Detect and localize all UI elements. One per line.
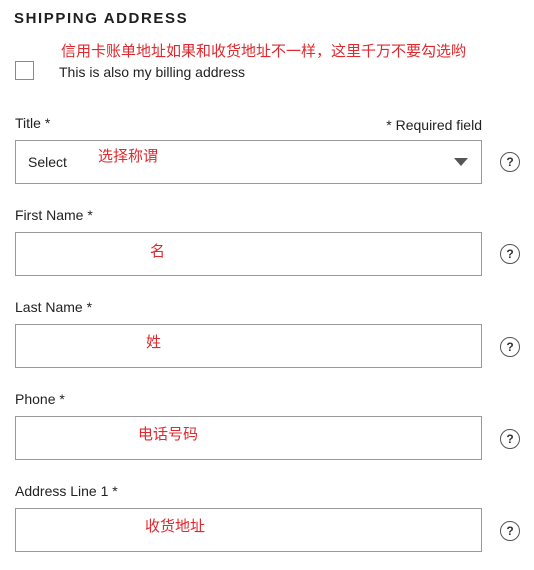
- address-line-1-annotation: 收货地址: [145, 517, 206, 535]
- chevron-down-icon: [454, 158, 468, 166]
- phone-help-icon[interactable]: ?: [500, 429, 520, 449]
- last-name-label: Last Name *: [15, 299, 93, 315]
- first-name-label: First Name *: [15, 207, 93, 223]
- title-label: Title *: [15, 115, 51, 131]
- first-name-help-icon[interactable]: ?: [500, 244, 520, 264]
- address-line-1-help-icon[interactable]: ?: [500, 521, 520, 541]
- title-select[interactable]: Select: [15, 140, 482, 184]
- last-name-help-icon[interactable]: ?: [500, 337, 520, 357]
- phone-input[interactable]: [15, 416, 482, 460]
- first-name-annotation: 名: [150, 242, 166, 260]
- required-field-note: * Required field: [386, 117, 482, 133]
- shipping-address-heading: SHIPPING ADDRESS: [14, 10, 189, 27]
- address-line-1-label: Address Line 1 *: [15, 483, 118, 499]
- last-name-annotation: 姓: [146, 333, 162, 351]
- title-select-value: Select: [28, 154, 67, 170]
- last-name-input[interactable]: [15, 324, 482, 368]
- phone-label: Phone *: [15, 391, 65, 407]
- address-line-1-input[interactable]: [15, 508, 482, 552]
- billing-address-checkbox-label: This is also my billing address: [59, 64, 245, 80]
- first-name-input[interactable]: [15, 232, 482, 276]
- billing-address-checkbox[interactable]: [15, 61, 34, 80]
- phone-annotation: 电话号码: [138, 425, 199, 443]
- billing-annotation: 信用卡账单地址如果和收货地址不一样，这里千万不要勾选哟: [61, 42, 467, 60]
- title-help-icon[interactable]: ?: [500, 152, 520, 172]
- title-annotation: 选择称谓: [98, 147, 159, 165]
